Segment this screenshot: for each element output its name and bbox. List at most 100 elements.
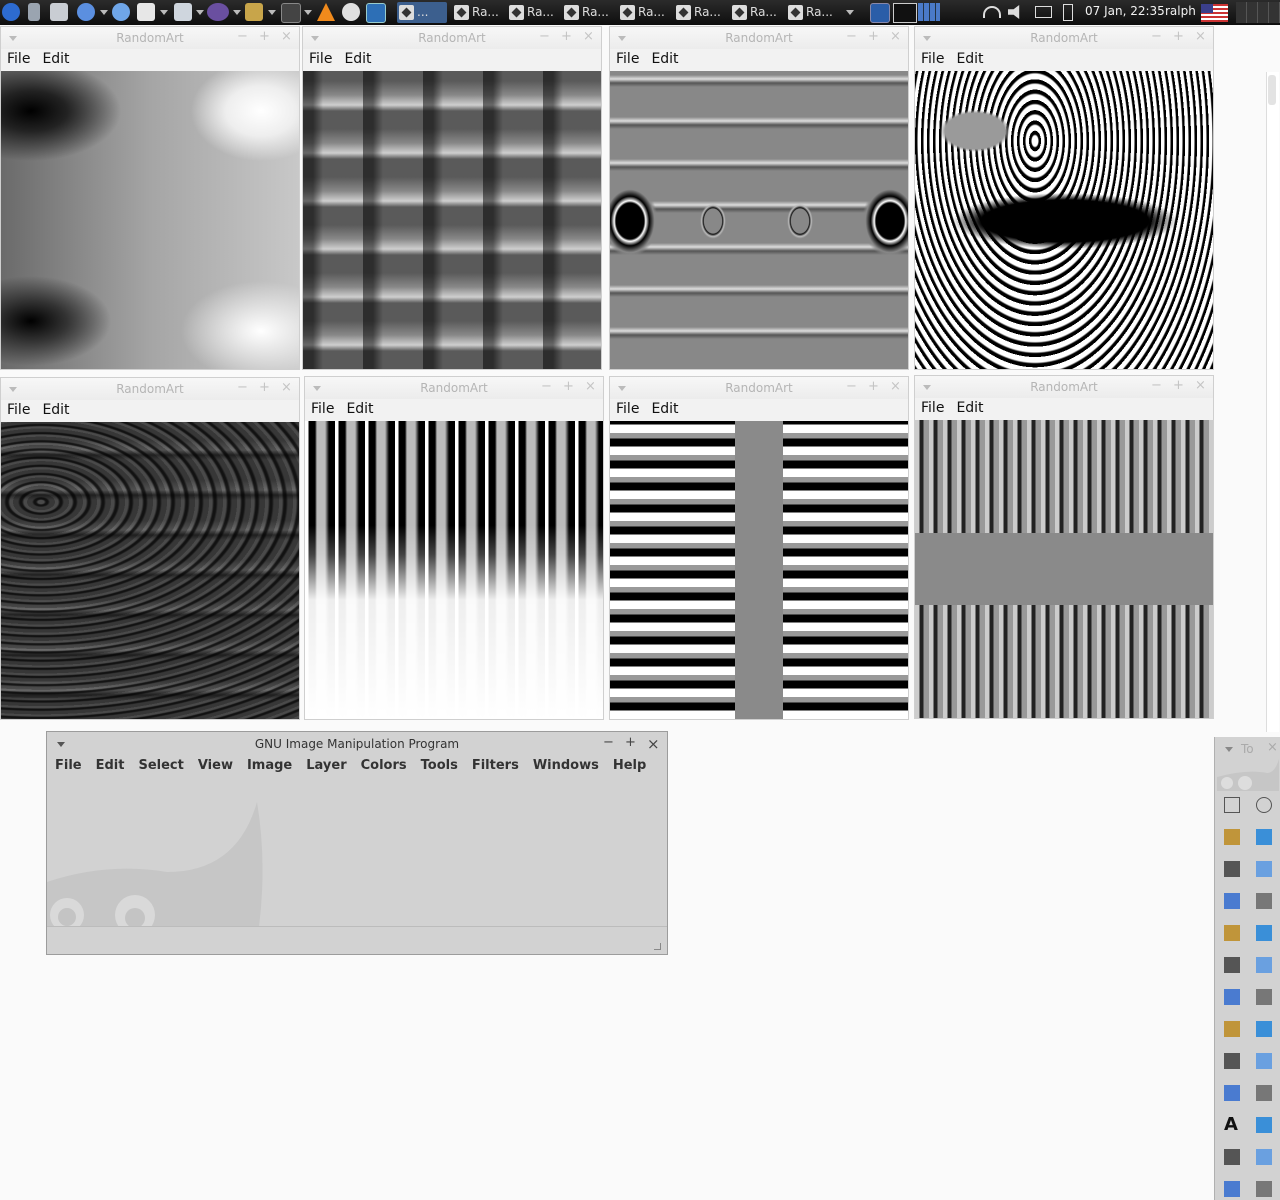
window-menu-icon[interactable] xyxy=(1225,747,1233,752)
disk-icon[interactable] xyxy=(207,3,229,21)
menu-file[interactable]: File xyxy=(921,49,944,69)
vertical-scrollbar[interactable] xyxy=(1266,72,1279,732)
bucket-fill-icon[interactable] xyxy=(1253,1114,1275,1136)
menu-edit[interactable]: Edit xyxy=(42,49,69,69)
paths-icon[interactable] xyxy=(1253,890,1275,912)
menu-windows[interactable]: Windows xyxy=(533,757,599,775)
menu-edit[interactable]: Edit xyxy=(956,398,983,418)
chevron-down-icon[interactable] xyxy=(304,10,312,15)
pencil-icon[interactable] xyxy=(1253,1146,1275,1168)
minimize-icon[interactable]: − xyxy=(1151,378,1162,393)
crop-icon[interactable] xyxy=(1253,986,1275,1008)
title-bar[interactable]: RandomArt − + × xyxy=(1,27,299,49)
minimize-icon[interactable]: − xyxy=(237,29,248,44)
volume-icon[interactable] xyxy=(1008,5,1020,19)
flip-icon[interactable] xyxy=(1221,1082,1243,1104)
user-name[interactable]: ralph xyxy=(1165,4,1196,18)
taskbar-item-randomart[interactable]: Ra... xyxy=(618,2,668,23)
menu-colors[interactable]: Colors xyxy=(361,757,407,775)
resize-grip-icon[interactable] xyxy=(654,943,661,950)
title-bar[interactable]: RandomArt − + × xyxy=(1,378,299,400)
chevron-down-icon[interactable] xyxy=(100,10,108,15)
maximize-icon[interactable]: + xyxy=(259,29,270,44)
menu-edit[interactable]: Edit xyxy=(651,399,678,419)
menu-edit[interactable]: Edit xyxy=(956,49,983,69)
align-icon[interactable] xyxy=(1221,986,1243,1008)
menu-edit[interactable]: Edit xyxy=(344,49,371,69)
measure-icon[interactable] xyxy=(1221,954,1243,976)
foreground-select-icon[interactable] xyxy=(1221,890,1243,912)
close-icon[interactable]: × xyxy=(1267,740,1278,755)
menu-layer[interactable]: Layer xyxy=(306,757,346,775)
chevron-down-icon[interactable] xyxy=(233,10,241,15)
close-icon[interactable]: × xyxy=(1195,29,1206,44)
minimize-icon[interactable]: − xyxy=(603,735,614,750)
minimize-icon[interactable]: − xyxy=(237,380,248,395)
menu-file[interactable]: File xyxy=(921,398,944,418)
color-picker-icon[interactable] xyxy=(1221,922,1243,944)
minimize-icon[interactable]: − xyxy=(539,29,550,44)
menu-filters[interactable]: Filters xyxy=(472,757,519,775)
cage-transform-icon[interactable] xyxy=(1253,1082,1275,1104)
clock[interactable]: 07 Jan, 22:35 xyxy=(1085,4,1165,18)
menu-edit[interactable]: Edit xyxy=(651,49,678,69)
chevron-down-icon[interactable] xyxy=(268,10,276,15)
chevron-down-icon[interactable] xyxy=(196,10,204,15)
title-bar[interactable]: RandomArt − + × xyxy=(915,376,1213,398)
menu-select[interactable]: Select xyxy=(138,757,183,775)
title-bar[interactable]: RandomArt − + × xyxy=(303,27,601,49)
title-bar[interactable]: RandomArt − + × xyxy=(305,377,603,399)
gradient-icon[interactable] xyxy=(1221,1146,1243,1168)
monitor-graph-icon[interactable] xyxy=(366,3,386,23)
scale-icon[interactable] xyxy=(1253,1018,1275,1040)
close-icon[interactable]: × xyxy=(281,29,292,44)
taskbar-item-randomart[interactable]: Ra... xyxy=(507,2,557,23)
menu-help[interactable]: Help xyxy=(613,757,646,775)
wifi-icon[interactable] xyxy=(983,6,1001,18)
browser-icon[interactable] xyxy=(77,3,95,21)
menu-view[interactable]: View xyxy=(198,757,233,775)
chevron-down-icon[interactable] xyxy=(160,10,168,15)
network-manager-icon[interactable] xyxy=(342,3,360,21)
taskbar-item-randomart[interactable]: Ra... xyxy=(452,2,502,23)
workspace-grid[interactable] xyxy=(918,3,940,21)
eraser-icon[interactable] xyxy=(1253,1178,1275,1200)
maximize-icon[interactable]: + xyxy=(868,29,879,44)
messenger-icon[interactable] xyxy=(112,3,130,21)
monitor-icon[interactable] xyxy=(281,3,301,23)
trash-icon[interactable] xyxy=(28,3,40,21)
ellipse-select-icon[interactable] xyxy=(1253,794,1275,816)
maximize-icon[interactable]: + xyxy=(868,379,879,394)
title-bar[interactable]: RandomArt − + × xyxy=(610,27,908,49)
color-select-icon[interactable] xyxy=(1221,858,1243,880)
shear-icon[interactable] xyxy=(1221,1050,1243,1072)
menu-image[interactable]: Image xyxy=(247,757,292,775)
menu-file[interactable]: File xyxy=(616,49,639,69)
move-icon[interactable] xyxy=(1253,954,1275,976)
taskbar-item-randomart[interactable]: Ra... xyxy=(786,2,836,23)
maximize-icon[interactable]: + xyxy=(561,29,572,44)
scissors-icon[interactable] xyxy=(1253,858,1275,880)
maximize-icon[interactable]: + xyxy=(1173,378,1184,393)
close-icon[interactable]: × xyxy=(281,380,292,395)
free-select-icon[interactable] xyxy=(1221,826,1243,848)
chevron-down-icon[interactable] xyxy=(846,10,854,15)
close-icon[interactable]: × xyxy=(890,379,901,394)
menu-tools[interactable]: Tools xyxy=(421,757,458,775)
menu-file[interactable]: File xyxy=(311,399,334,419)
menu-file[interactable]: File xyxy=(55,757,82,775)
minimize-icon[interactable]: − xyxy=(541,379,552,394)
menu-file[interactable]: File xyxy=(7,49,30,69)
menu-edit[interactable]: Edit xyxy=(96,757,125,775)
menu-file[interactable]: File xyxy=(616,399,639,419)
battery-icon[interactable] xyxy=(1063,4,1073,21)
maximize-icon[interactable]: + xyxy=(1173,29,1184,44)
workspace-switcher-icon[interactable] xyxy=(870,3,890,23)
vlc-icon[interactable] xyxy=(317,3,335,21)
maximize-icon[interactable]: + xyxy=(563,379,574,394)
menu-file[interactable]: File xyxy=(7,400,30,420)
text-icon[interactable]: A xyxy=(1221,1114,1243,1136)
taskbar-item-randomart[interactable]: Ra... xyxy=(562,2,612,23)
text-editor-icon[interactable] xyxy=(137,3,155,21)
fuzzy-select-icon[interactable] xyxy=(1253,826,1275,848)
